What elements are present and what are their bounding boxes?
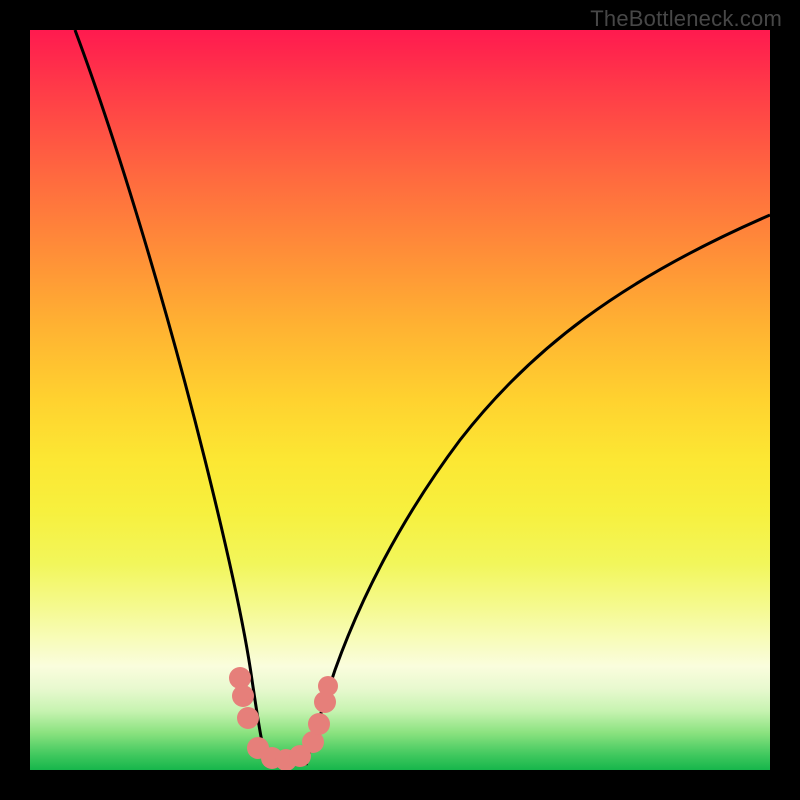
left-curve-path xyxy=(75,30,268,765)
chart-svg xyxy=(30,30,770,770)
right-curve-path xyxy=(306,215,770,765)
chart-plot-area xyxy=(30,30,770,770)
watermark-text: TheBottleneck.com xyxy=(590,6,782,32)
marker-cluster xyxy=(229,667,338,770)
